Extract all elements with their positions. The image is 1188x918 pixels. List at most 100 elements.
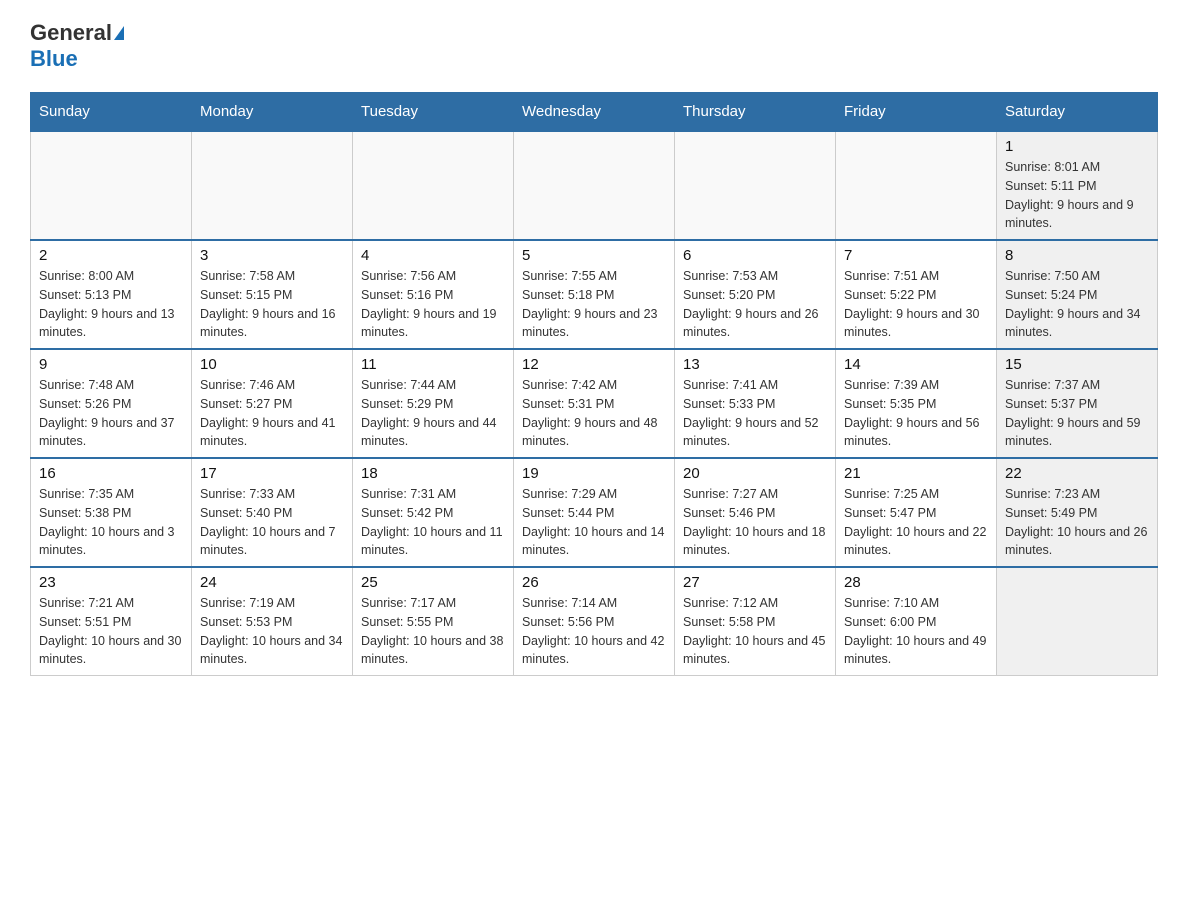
logo-general-text: General <box>30 20 112 46</box>
day-number: 20 <box>683 465 827 482</box>
day-info: Sunrise: 7:48 AM Sunset: 5:26 PM Dayligh… <box>39 376 183 451</box>
day-number: 25 <box>361 574 505 591</box>
calendar-cell: 4 Sunrise: 7:56 AM Sunset: 5:16 PM Daylig… <box>353 240 514 349</box>
day-info: Sunrise: 7:10 AM Sunset: 6:00 PM Dayligh… <box>844 594 988 669</box>
calendar-cell <box>514 131 675 240</box>
day-info: Sunrise: 7:31 AM Sunset: 5:42 PM Dayligh… <box>361 485 505 560</box>
day-number: 17 <box>200 465 344 482</box>
calendar-cell: 24 Sunrise: 7:19 AM Sunset: 5:53 PM Dayli… <box>192 567 353 676</box>
calendar-table: Sunday Monday Tuesday Wednesday Thursday… <box>30 92 1158 676</box>
day-number: 22 <box>1005 465 1149 482</box>
day-info: Sunrise: 7:53 AM Sunset: 5:20 PM Dayligh… <box>683 267 827 342</box>
day-number: 16 <box>39 465 183 482</box>
day-info: Sunrise: 7:56 AM Sunset: 5:16 PM Dayligh… <box>361 267 505 342</box>
calendar-cell: 11Sunrise: 7:44 AM Sunset: 5:29 PM Dayli… <box>353 349 514 458</box>
day-info: Sunrise: 7:39 AM Sunset: 5:35 PM Dayligh… <box>844 376 988 451</box>
calendar-cell: 3 Sunrise: 7:58 AM Sunset: 5:15 PM Daylig… <box>192 240 353 349</box>
day-info: Sunrise: 7:21 AM Sunset: 5:51 PM Dayligh… <box>39 594 183 669</box>
day-number: 21 <box>844 465 988 482</box>
day-info: Sunrise: 7:41 AM Sunset: 5:33 PM Dayligh… <box>683 376 827 451</box>
day-number: 13 <box>683 356 827 373</box>
day-number: 12 <box>522 356 666 373</box>
header-tuesday: Tuesday <box>353 93 514 132</box>
calendar-cell: 19Sunrise: 7:29 AM Sunset: 5:44 PM Dayli… <box>514 458 675 567</box>
calendar-cell: 6 Sunrise: 7:53 AM Sunset: 5:20 PM Daylig… <box>675 240 836 349</box>
day-info: Sunrise: 7:58 AM Sunset: 5:15 PM Dayligh… <box>200 267 344 342</box>
day-info: Sunrise: 7:50 AM Sunset: 5:24 PM Dayligh… <box>1005 267 1149 342</box>
day-number: 1 <box>1005 138 1149 155</box>
calendar-cell <box>192 131 353 240</box>
day-number: 28 <box>844 574 988 591</box>
logo-blue-text: Blue <box>30 46 124 72</box>
logo-triangle-icon <box>114 26 124 40</box>
calendar-week-row: 1 Sunrise: 8:01 AM Sunset: 5:11 PM Daylig… <box>31 131 1158 240</box>
header-sunday: Sunday <box>31 93 192 132</box>
calendar-cell: 25 Sunrise: 7:17 AM Sunset: 5:55 PM Dayli… <box>353 567 514 676</box>
calendar-cell: 2 Sunrise: 8:00 AM Sunset: 5:13 PM Daylig… <box>31 240 192 349</box>
day-info: Sunrise: 7:17 AM Sunset: 5:55 PM Dayligh… <box>361 594 505 669</box>
day-number: 26 <box>522 574 666 591</box>
calendar-cell: 5 Sunrise: 7:55 AM Sunset: 5:18 PM Daylig… <box>514 240 675 349</box>
day-info: Sunrise: 7:25 AM Sunset: 5:47 PM Dayligh… <box>844 485 988 560</box>
header-monday: Monday <box>192 93 353 132</box>
calendar-cell: 22Sunrise: 7:23 AM Sunset: 5:49 PM Dayli… <box>997 458 1158 567</box>
calendar-cell: 7 Sunrise: 7:51 AM Sunset: 5:22 PM Daylig… <box>836 240 997 349</box>
day-info: Sunrise: 7:51 AM Sunset: 5:22 PM Dayligh… <box>844 267 988 342</box>
day-number: 4 <box>361 247 505 264</box>
day-info: Sunrise: 7:46 AM Sunset: 5:27 PM Dayligh… <box>200 376 344 451</box>
calendar-cell: 9 Sunrise: 7:48 AM Sunset: 5:26 PM Daylig… <box>31 349 192 458</box>
calendar-week-row: 16 Sunrise: 7:35 AM Sunset: 5:38 PM Dayli… <box>31 458 1158 567</box>
header-wednesday: Wednesday <box>514 93 675 132</box>
day-info: Sunrise: 7:55 AM Sunset: 5:18 PM Dayligh… <box>522 267 666 342</box>
day-number: 5 <box>522 247 666 264</box>
day-number: 7 <box>844 247 988 264</box>
calendar-cell: 13 Sunrise: 7:41 AM Sunset: 5:33 PM Dayli… <box>675 349 836 458</box>
day-info: Sunrise: 7:29 AM Sunset: 5:44 PM Dayligh… <box>522 485 666 560</box>
calendar-cell <box>836 131 997 240</box>
day-number: 15 <box>1005 356 1149 373</box>
day-number: 9 <box>39 356 183 373</box>
calendar-cell: 27Sunrise: 7:12 AM Sunset: 5:58 PM Dayli… <box>675 567 836 676</box>
day-number: 10 <box>200 356 344 373</box>
calendar-cell: 18 Sunrise: 7:31 AM Sunset: 5:42 PM Dayli… <box>353 458 514 567</box>
calendar-week-row: 2 Sunrise: 8:00 AM Sunset: 5:13 PM Daylig… <box>31 240 1158 349</box>
day-number: 3 <box>200 247 344 264</box>
day-info: Sunrise: 7:33 AM Sunset: 5:40 PM Dayligh… <box>200 485 344 560</box>
day-number: 8 <box>1005 247 1149 264</box>
calendar-cell: 8 Sunrise: 7:50 AM Sunset: 5:24 PM Daylig… <box>997 240 1158 349</box>
logo: General Blue <box>30 20 124 72</box>
day-info: Sunrise: 7:37 AM Sunset: 5:37 PM Dayligh… <box>1005 376 1149 451</box>
day-number: 6 <box>683 247 827 264</box>
calendar-cell <box>675 131 836 240</box>
calendar-cell: 28 Sunrise: 7:10 AM Sunset: 6:00 PM Dayli… <box>836 567 997 676</box>
calendar-cell: 26 Sunrise: 7:14 AM Sunset: 5:56 PM Dayli… <box>514 567 675 676</box>
day-number: 23 <box>39 574 183 591</box>
day-info: Sunrise: 7:42 AM Sunset: 5:31 PM Dayligh… <box>522 376 666 451</box>
day-info: Sunrise: 7:19 AM Sunset: 5:53 PM Dayligh… <box>200 594 344 669</box>
day-info: Sunrise: 7:27 AM Sunset: 5:46 PM Dayligh… <box>683 485 827 560</box>
calendar-cell: 20 Sunrise: 7:27 AM Sunset: 5:46 PM Dayli… <box>675 458 836 567</box>
day-info: Sunrise: 7:44 AM Sunset: 5:29 PM Dayligh… <box>361 376 505 451</box>
day-number: 24 <box>200 574 344 591</box>
calendar-cell: 17 Sunrise: 7:33 AM Sunset: 5:40 PM Dayli… <box>192 458 353 567</box>
day-info: Sunrise: 8:00 AM Sunset: 5:13 PM Dayligh… <box>39 267 183 342</box>
day-info: Sunrise: 8:01 AM Sunset: 5:11 PM Dayligh… <box>1005 158 1149 233</box>
day-number: 18 <box>361 465 505 482</box>
calendar-cell <box>31 131 192 240</box>
day-number: 27 <box>683 574 827 591</box>
calendar-cell: 1 Sunrise: 8:01 AM Sunset: 5:11 PM Daylig… <box>997 131 1158 240</box>
calendar-cell: 10 Sunrise: 7:46 AM Sunset: 5:27 PM Dayli… <box>192 349 353 458</box>
calendar-cell: 15 Sunrise: 7:37 AM Sunset: 5:37 PM Dayli… <box>997 349 1158 458</box>
weekday-header-row: Sunday Monday Tuesday Wednesday Thursday… <box>31 93 1158 132</box>
day-number: 2 <box>39 247 183 264</box>
header-friday: Friday <box>836 93 997 132</box>
header-saturday: Saturday <box>997 93 1158 132</box>
calendar-cell: 14Sunrise: 7:39 AM Sunset: 5:35 PM Dayli… <box>836 349 997 458</box>
calendar-cell: 16 Sunrise: 7:35 AM Sunset: 5:38 PM Dayli… <box>31 458 192 567</box>
day-info: Sunrise: 7:35 AM Sunset: 5:38 PM Dayligh… <box>39 485 183 560</box>
calendar-week-row: 23 Sunrise: 7:21 AM Sunset: 5:51 PM Dayli… <box>31 567 1158 676</box>
day-info: Sunrise: 7:14 AM Sunset: 5:56 PM Dayligh… <box>522 594 666 669</box>
header-thursday: Thursday <box>675 93 836 132</box>
calendar-cell: 21 Sunrise: 7:25 AM Sunset: 5:47 PM Dayli… <box>836 458 997 567</box>
calendar-week-row: 9 Sunrise: 7:48 AM Sunset: 5:26 PM Daylig… <box>31 349 1158 458</box>
